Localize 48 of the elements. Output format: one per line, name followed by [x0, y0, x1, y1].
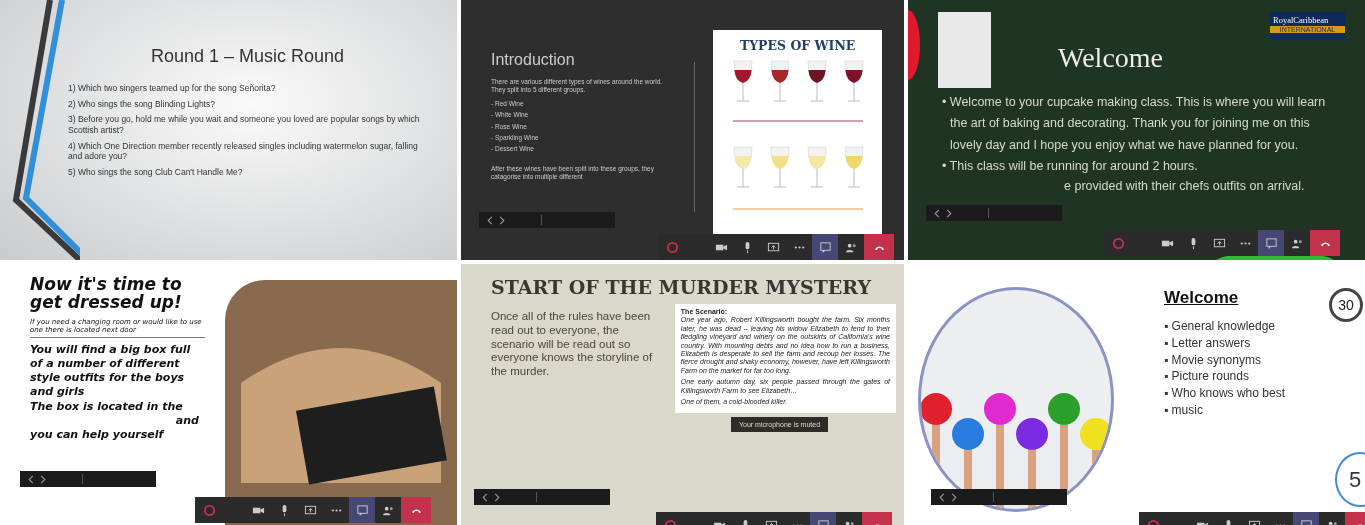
bullet-text: • Welcome to your cupcake making class. This is where you will learn the art of baking and decorating. Thank you for joining me on this lovely day and I hope you enjoy what we have planned for you.: [942, 94, 1327, 154]
bullet-text: • This class will be running for around 2 hours.: [942, 157, 1199, 175]
body-text: you can help yourself: [30, 427, 166, 442]
quiz-question: 4) Which One Direction member recently released singles including watermelon sugar, falling and adore you?: [68, 140, 419, 162]
slide-title: Welcome: [1057, 42, 1164, 74]
record-icon: [666, 240, 679, 254]
count-badge: 5: [1335, 452, 1365, 507]
body-text: Once all of the rules have been read out to everyone, the scenario will be read out so everyone knows the storyline of the murder.: [491, 309, 654, 380]
chat-icon: [355, 503, 369, 517]
share-screen-icon: [1212, 236, 1226, 250]
chevron-left-icon[interactable]: [482, 492, 488, 502]
chevron-left-icon[interactable]: [939, 492, 945, 502]
poster-title: TYPES OF WINE: [739, 38, 856, 53]
logo-name: RoyalCaribbean: [1272, 14, 1330, 26]
share-screen-icon: [303, 503, 317, 517]
bullet-text: e provided with their chefs outfits on arrival.: [1063, 179, 1306, 193]
round-item: ▪ Who knows who best: [1164, 385, 1286, 402]
quiz-question: 5) Who sings the song Club Can't Handle Me?: [68, 166, 244, 178]
quiz-question: 3) Before you go, hold me while you wait and someone you loved are popular songs by which Scottish artist?: [68, 114, 421, 136]
chevron-right-icon[interactable]: [946, 208, 952, 218]
slide-title: Introduction: [491, 50, 576, 70]
chat-icon: [1264, 236, 1278, 250]
chevron-right-icon[interactable]: [951, 492, 957, 502]
body-text: and: [174, 414, 200, 428]
slide-title: Now it's time to get dressed up!: [30, 276, 183, 312]
chat-icon: [818, 240, 832, 254]
round-item: ▪ Letter answers: [1164, 334, 1252, 352]
chevron-right-icon[interactable]: [40, 474, 46, 484]
round-item: ▪ General knowledge: [1164, 318, 1276, 335]
round-item: ▪ Movie synonyms: [1164, 351, 1262, 369]
record-icon: [1112, 236, 1125, 250]
round-item: ▪ Picture rounds: [1164, 368, 1250, 386]
quiz-question: 1) Which two singers teamed up for the song Señorita?: [68, 83, 277, 94]
chevron-left-icon[interactable]: [934, 208, 940, 218]
body-text: You will find a big box full of a number of different style outfits for the boys and girls: [30, 343, 192, 399]
body-text: The box is located in the: [30, 400, 184, 415]
chevron-right-icon[interactable]: [499, 215, 505, 225]
round-item: ▪ music: [1164, 402, 1204, 419]
stopwatch-badge: 30: [1329, 288, 1363, 322]
chevron-right-icon[interactable]: [494, 492, 500, 502]
slide-title: START OF THE MURDER MYSTERY: [491, 276, 873, 298]
chevron-left-icon[interactable]: [28, 474, 34, 484]
slide-title: Round 1 – Music Round: [149, 46, 346, 67]
record-icon: [203, 503, 216, 517]
chevron-left-icon[interactable]: [487, 215, 493, 225]
share-screen-icon: [766, 240, 780, 254]
slide-title: Welcome: [1164, 288, 1239, 308]
quiz-question: 2) Who sings the song Blinding Lights?: [68, 98, 216, 110]
